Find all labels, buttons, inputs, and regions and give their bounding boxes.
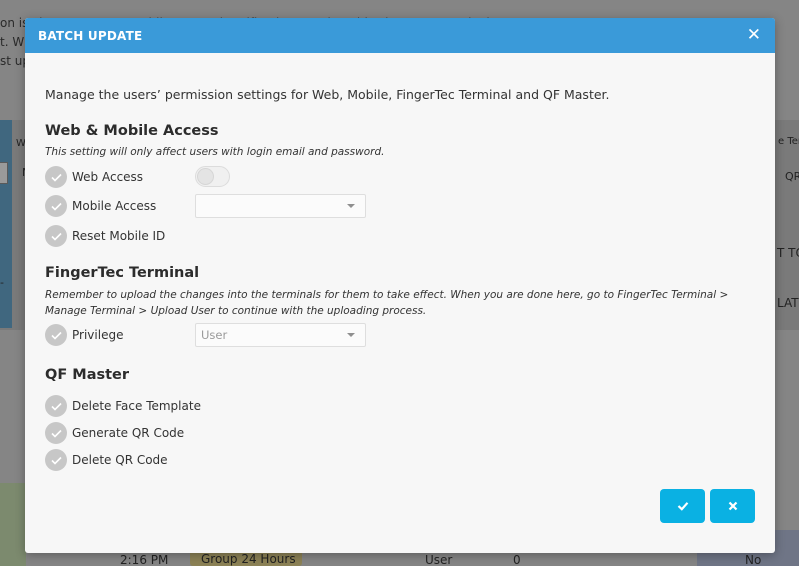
chevron-down-icon: [347, 204, 355, 208]
mobile-access-select[interactable]: [195, 194, 366, 218]
background-text: User: [425, 553, 453, 566]
background-text: T TO: [777, 246, 799, 260]
option-label: Delete Face Template: [72, 399, 201, 413]
chevron-down-icon: [347, 333, 355, 337]
check-circle-icon[interactable]: [45, 395, 67, 417]
option-label: Reset Mobile ID: [72, 229, 166, 243]
option-delete-face-template: Delete Face Template: [45, 395, 201, 417]
check-circle-icon[interactable]: [45, 324, 67, 346]
background-text: 0: [513, 553, 521, 566]
option-label: Delete QR Code: [72, 453, 168, 467]
background-cell: [0, 483, 26, 566]
cancel-button[interactable]: [710, 489, 755, 523]
close-icon[interactable]: ✕: [747, 27, 761, 44]
modal-header: BATCH UPDATE ✕: [25, 18, 775, 53]
background-text: 2:16 PM: [120, 553, 169, 566]
background-text: Group 24 Hours: [201, 552, 296, 566]
check-circle-icon[interactable]: [45, 422, 67, 444]
section-title-qf-master: QF Master: [45, 367, 130, 383]
section-title-web-mobile: Web & Mobile Access: [45, 123, 219, 139]
check-circle-icon[interactable]: [45, 195, 67, 217]
option-label: Generate QR Code: [72, 426, 185, 440]
option-delete-qr-code: Delete QR Code: [45, 449, 168, 471]
background-text: No: [745, 553, 762, 566]
select-value: User: [201, 328, 228, 342]
web-access-toggle[interactable]: [195, 166, 230, 187]
confirm-button[interactable]: [660, 489, 705, 523]
option-label: Privilege: [72, 328, 124, 342]
option-web-access: Web Access: [45, 166, 143, 188]
check-icon: [677, 502, 688, 511]
check-circle-icon[interactable]: [45, 166, 67, 188]
modal-title: BATCH UPDATE: [38, 28, 143, 43]
toggle-knob: [197, 168, 214, 185]
background-text: LATE: [777, 296, 799, 310]
section-note-fingertec: Remember to upload the changes into the …: [45, 289, 729, 317]
background-input: [0, 162, 8, 184]
option-privilege: Privilege: [45, 324, 123, 346]
section-note-web-mobile: This setting will only affect users with…: [45, 146, 385, 158]
option-mobile-access: Mobile Access: [45, 195, 156, 217]
background-text: -: [0, 276, 4, 289]
modal-intro: Manage the users’ permission settings fo…: [45, 87, 610, 102]
privilege-select[interactable]: User: [195, 323, 366, 347]
option-reset-mobile-id: Reset Mobile ID: [45, 225, 165, 247]
background-text: e Tem: [778, 136, 799, 147]
check-circle-icon[interactable]: [45, 449, 67, 471]
option-label: Web Access: [72, 170, 144, 184]
background-text: QR: [785, 170, 799, 183]
option-label: Mobile Access: [72, 199, 157, 213]
batch-update-modal: BATCH UPDATE ✕ Manage the users’ permiss…: [25, 18, 775, 553]
background-column: [0, 120, 12, 328]
check-circle-icon[interactable]: [45, 225, 67, 247]
option-generate-qr-code: Generate QR Code: [45, 422, 184, 444]
section-title-fingertec: FingerTec Terminal: [45, 265, 200, 281]
x-icon: [728, 501, 737, 511]
